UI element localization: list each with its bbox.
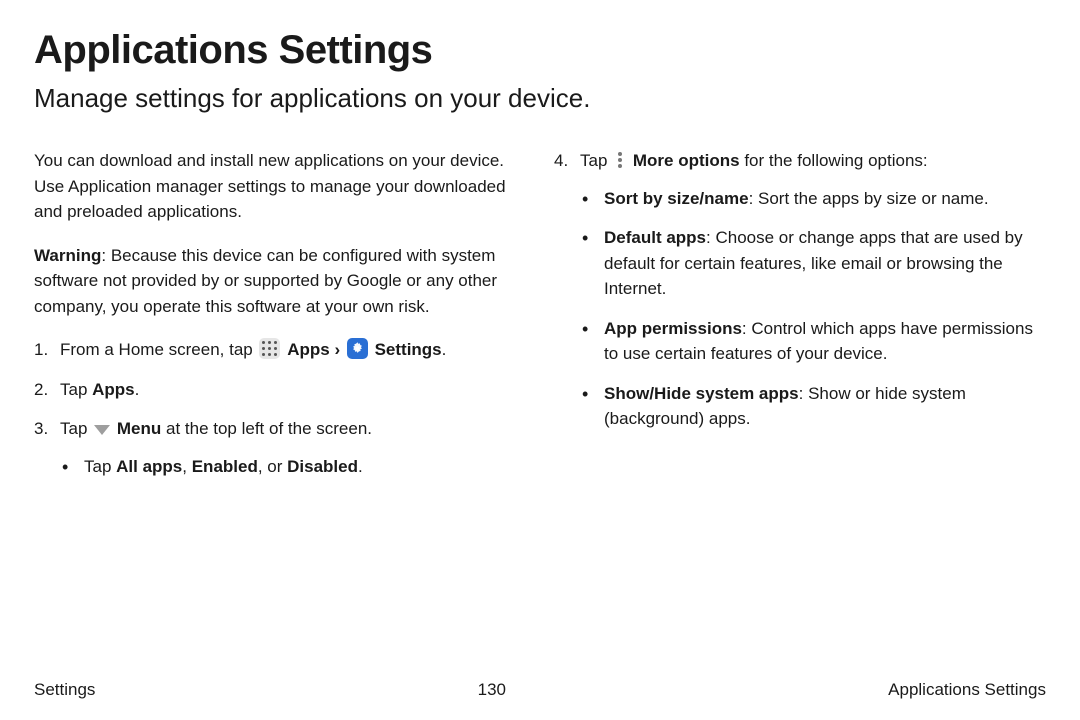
steps-list-left: From a Home screen, tap Apps › Settings.… [34, 337, 526, 479]
warning-paragraph: Warning: Because this device can be conf… [34, 243, 526, 320]
warning-label: Warning [34, 246, 101, 265]
apps-icon [259, 338, 280, 359]
column-right: Tap More options for the following optio… [554, 148, 1046, 666]
option-sort: Sort by size/name: Sort the apps by size… [580, 186, 1046, 212]
option-default-apps: Default apps: Choose or change apps that… [580, 225, 1046, 302]
column-left: You can download and install new applica… [34, 148, 526, 666]
step-4: Tap More options for the following optio… [554, 148, 1046, 432]
page-subtitle: Manage settings for applications on your… [34, 83, 1046, 114]
step-1: From a Home screen, tap Apps › Settings. [34, 337, 526, 363]
menu-dropdown-icon [94, 425, 110, 435]
page-title: Applications Settings [34, 28, 1046, 73]
footer-section: Settings [34, 680, 95, 700]
content-columns: You can download and install new applica… [34, 148, 1046, 666]
option-show-hide-system: Show/Hide system apps: Show or hide syst… [580, 381, 1046, 432]
step-4-options: Sort by size/name: Sort the apps by size… [580, 186, 1046, 432]
step-3: Tap Menu at the top left of the screen. … [34, 416, 526, 479]
footer-page-number: 130 [478, 680, 506, 700]
step-2: Tap Apps. [34, 377, 526, 403]
step-3-sublist: Tap All apps, Enabled, or Disabled. [60, 454, 526, 480]
page-footer: Settings 130 Applications Settings [34, 666, 1046, 700]
more-options-icon [614, 151, 626, 169]
settings-icon [347, 338, 368, 359]
footer-topic: Applications Settings [888, 680, 1046, 700]
option-app-permissions: App permissions: Control which apps have… [580, 316, 1046, 367]
steps-list-right: Tap More options for the following optio… [554, 148, 1046, 432]
intro-paragraph: You can download and install new applica… [34, 148, 526, 225]
step-3-sub-1: Tap All apps, Enabled, or Disabled. [60, 454, 526, 480]
